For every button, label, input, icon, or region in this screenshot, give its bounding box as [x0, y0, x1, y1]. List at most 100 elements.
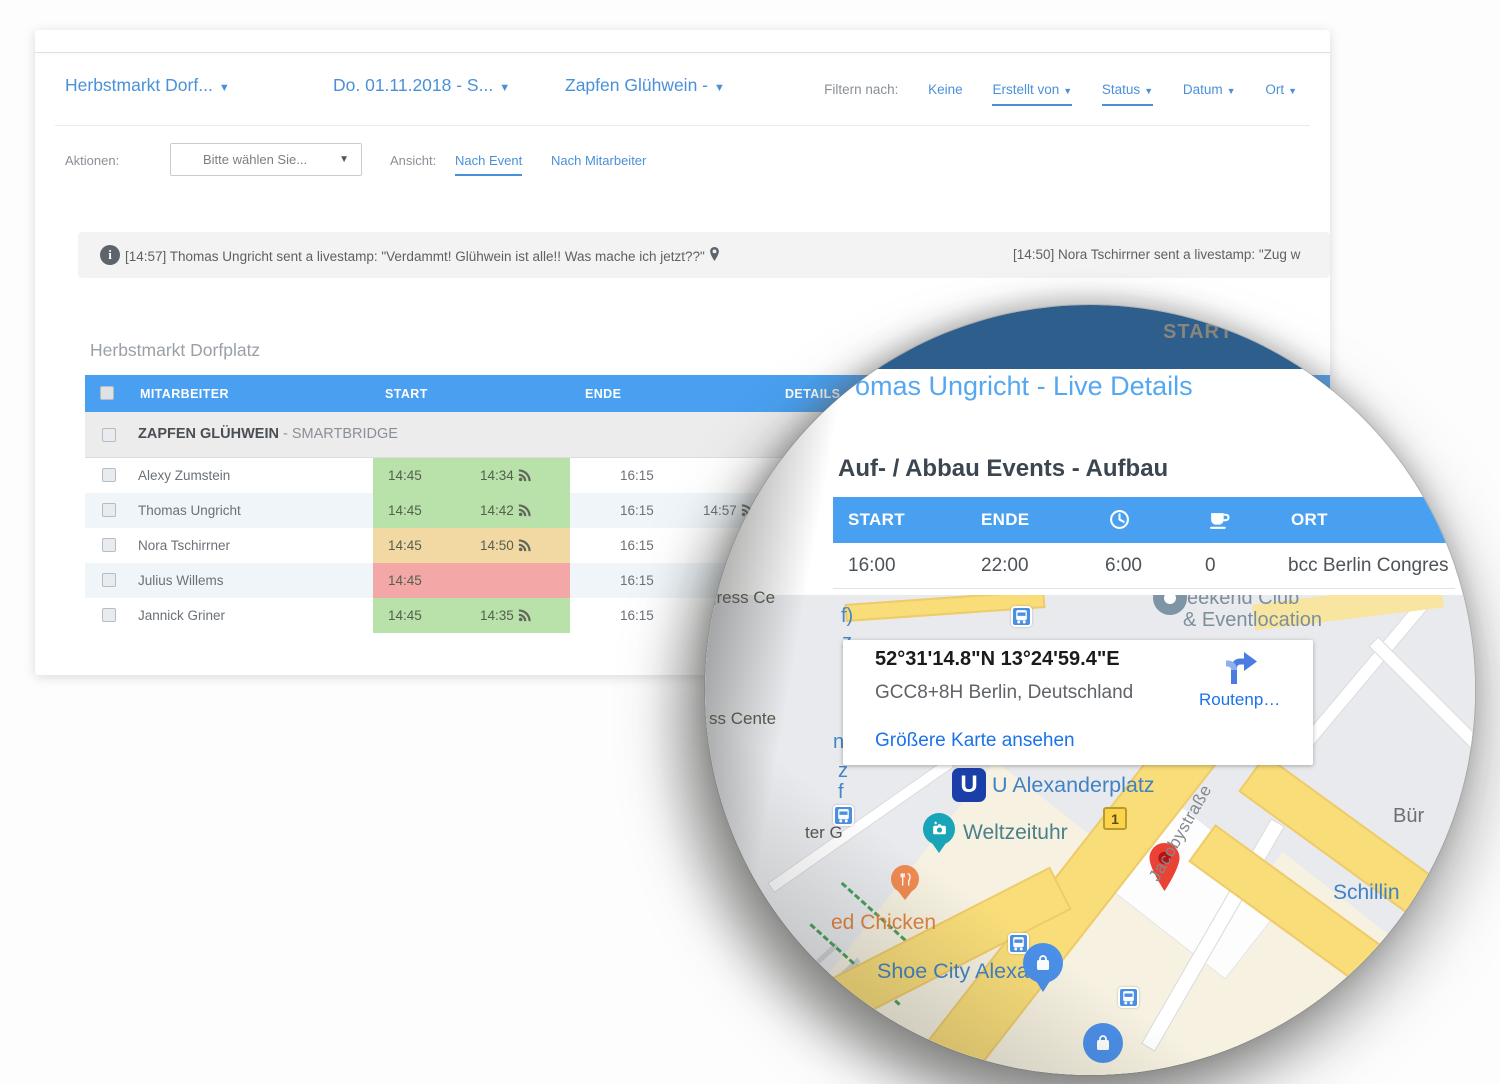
map-label-fragment: f) — [841, 605, 853, 628]
planned-end: 16:15 — [620, 608, 654, 623]
detail-duration: 6:00 — [1105, 555, 1142, 577]
livestamp-icon — [518, 468, 532, 482]
group-suffix: - SMARTBRIDGE — [283, 426, 398, 442]
detail-col-start: START — [848, 510, 905, 530]
detail-start: 16:00 — [848, 555, 896, 577]
shadowed-text-fragment: gress Ce — [707, 588, 775, 608]
photo-poi-pin-icon[interactable] — [923, 813, 955, 845]
larger-map-link[interactable]: Größere Karte ansehen — [875, 730, 1075, 752]
shopping-pin-icon[interactable] — [1083, 1023, 1123, 1063]
event-dropdown[interactable]: Herbstmarkt Dorf...▼ — [65, 75, 230, 96]
start-cell: 14:45 14:35 — [373, 598, 570, 633]
ubahn-badge[interactable]: U — [952, 768, 986, 802]
camera-icon — [931, 821, 948, 838]
planned-start: 14:45 — [388, 538, 422, 553]
livestamp-icon — [518, 608, 532, 622]
detail-ort: bcc Berlin Congres — [1288, 555, 1449, 577]
magnified-modal-topbar: START — [705, 305, 1475, 369]
employee-name: Thomas Ungricht — [138, 503, 241, 518]
filter-ort-label: Ort — [1265, 82, 1284, 97]
magnifier-circle: START omas Ungricht - Live Details Auf- … — [705, 305, 1475, 1075]
directions-icon[interactable] — [1215, 646, 1261, 688]
filter-status[interactable]: Status▼ — [1102, 82, 1153, 106]
detail-table-header: START ENDE ORT — [833, 497, 1475, 543]
action-row: Aktionen: Bitte wählen Sie... ▼ Ansicht:… — [65, 143, 1315, 179]
detail-col-ort: ORT — [1291, 510, 1328, 530]
employee-name: Alexy Zumstein — [138, 468, 230, 483]
chevron-down-icon: ▼ — [1288, 86, 1297, 96]
directions-link[interactable]: Routenp… — [1199, 690, 1280, 710]
col-mitarbeiter: MITARBEITER — [140, 387, 229, 401]
row-checkbox[interactable] — [102, 468, 116, 482]
planned-end: 16:15 — [620, 503, 654, 518]
actions-select[interactable]: Bitte wählen Sie... ▼ — [170, 143, 362, 176]
section-title: Auf- / Abbau Events - Aufbau — [838, 455, 1168, 483]
live-start[interactable]: 14:34 — [480, 468, 532, 483]
shop-label[interactable]: Shoe City Alexa — [877, 959, 1029, 984]
planned-start: 14:45 — [388, 573, 422, 588]
date-dropdown[interactable]: Do. 01.11.2018 - S...▼ — [333, 75, 510, 96]
select-all-checkbox[interactable] — [100, 386, 114, 400]
venue-label: & Eventlocation — [1183, 609, 1322, 632]
map-label-fragment: f — [838, 781, 844, 804]
bus-stop-icon[interactable] — [1118, 987, 1139, 1008]
venue-pin-icon[interactable] — [1153, 595, 1187, 615]
row-checkbox[interactable] — [102, 573, 116, 587]
col-ende: ENDE — [585, 387, 621, 401]
start-cell: 14:45 14:50 — [373, 528, 570, 563]
view-by-event-tab[interactable]: Nach Event — [455, 153, 522, 176]
planned-end: 16:15 — [620, 468, 654, 483]
clock-icon — [1109, 509, 1130, 530]
filter-none[interactable]: Keine — [928, 82, 963, 97]
location-pin-icon[interactable] — [709, 247, 720, 261]
livestamp-icon — [518, 538, 532, 552]
pin-tail — [932, 843, 946, 853]
shadowed-text-fragment: ter G — [805, 823, 843, 843]
group-checkbox[interactable] — [102, 428, 116, 442]
map-road — [1368, 636, 1475, 773]
livestamp-ticker: i [14:57] Thomas Ungricht sent a livesta… — [78, 232, 1330, 278]
live-start[interactable]: 14:42 — [480, 503, 532, 518]
livestamp-icon — [518, 503, 532, 517]
filter-date-label: Datum — [1183, 82, 1223, 97]
employee-name: Julius Willems — [138, 573, 224, 588]
filter-date[interactable]: Datum▼ — [1183, 82, 1236, 97]
restaurant-pin-icon[interactable] — [891, 865, 919, 893]
group-name: ZAPFEN GLÜHWEIN - SMARTBRIDGE — [138, 426, 398, 442]
map-info-card: 52°31'14.8"N 13°24'59.4"E GCC8+8H Berlin… — [843, 640, 1313, 765]
address-text: GCC8+8H Berlin, Deutschland — [875, 682, 1133, 704]
bag-icon — [1033, 953, 1053, 973]
view-by-employee-tab[interactable]: Nach Mitarbeiter — [551, 153, 646, 168]
job-dropdown[interactable]: Zapfen Glühwein -▼ — [565, 75, 725, 96]
filter-created-by[interactable]: Erstellt von▼ — [992, 82, 1072, 106]
detail-ende: 22:00 — [981, 555, 1029, 577]
planned-end: 16:15 — [620, 573, 654, 588]
station-label[interactable]: U Alexanderplatz — [992, 773, 1155, 798]
start-cell: 14:45 14:42 — [373, 493, 570, 528]
row-checkbox[interactable] — [102, 608, 116, 622]
job-dropdown-label: Zapfen Glühwein - — [565, 75, 708, 95]
filter-label: Filtern nach: — [824, 82, 898, 97]
live-start[interactable]: 14:35 — [480, 608, 532, 623]
map-label-cut[interactable]: Schillin — [1333, 881, 1400, 905]
row-checkbox[interactable] — [102, 503, 116, 517]
filter-ort[interactable]: Ort ▼ — [1265, 82, 1297, 97]
nav-row: Herbstmarkt Dorf...▼ Do. 01.11.2018 - S.… — [65, 75, 1315, 109]
pin-tail — [1036, 981, 1050, 992]
google-map-embed[interactable]: eekend Club & Eventlocation U U Alexande… — [705, 595, 1475, 1075]
poi-label[interactable]: Weltzeituhr — [963, 821, 1068, 845]
shadowed-text-fragment: ss Cente — [709, 709, 776, 729]
detail-col-ende: ENDE — [981, 510, 1029, 530]
shopping-pin-icon[interactable] — [1023, 943, 1063, 983]
livestamp-message-right: [14:50] Nora Tschirrner sent a livestamp… — [1013, 247, 1300, 262]
col-details: DETAILS — [785, 387, 840, 401]
map-label-cut: Bür — [1393, 805, 1424, 828]
start-cell: 14:45 14:34 — [373, 458, 570, 493]
employee-name: Jannick Griner — [138, 608, 225, 623]
restaurant-label-cut[interactable]: ed Chicken — [831, 911, 936, 935]
row-checkbox[interactable] — [102, 538, 116, 552]
coffee-cup-icon — [1208, 510, 1231, 531]
chevron-down-icon: ▼ — [339, 144, 349, 175]
bus-stop-icon[interactable] — [1011, 606, 1032, 627]
live-start[interactable]: 14:50 — [480, 538, 532, 553]
